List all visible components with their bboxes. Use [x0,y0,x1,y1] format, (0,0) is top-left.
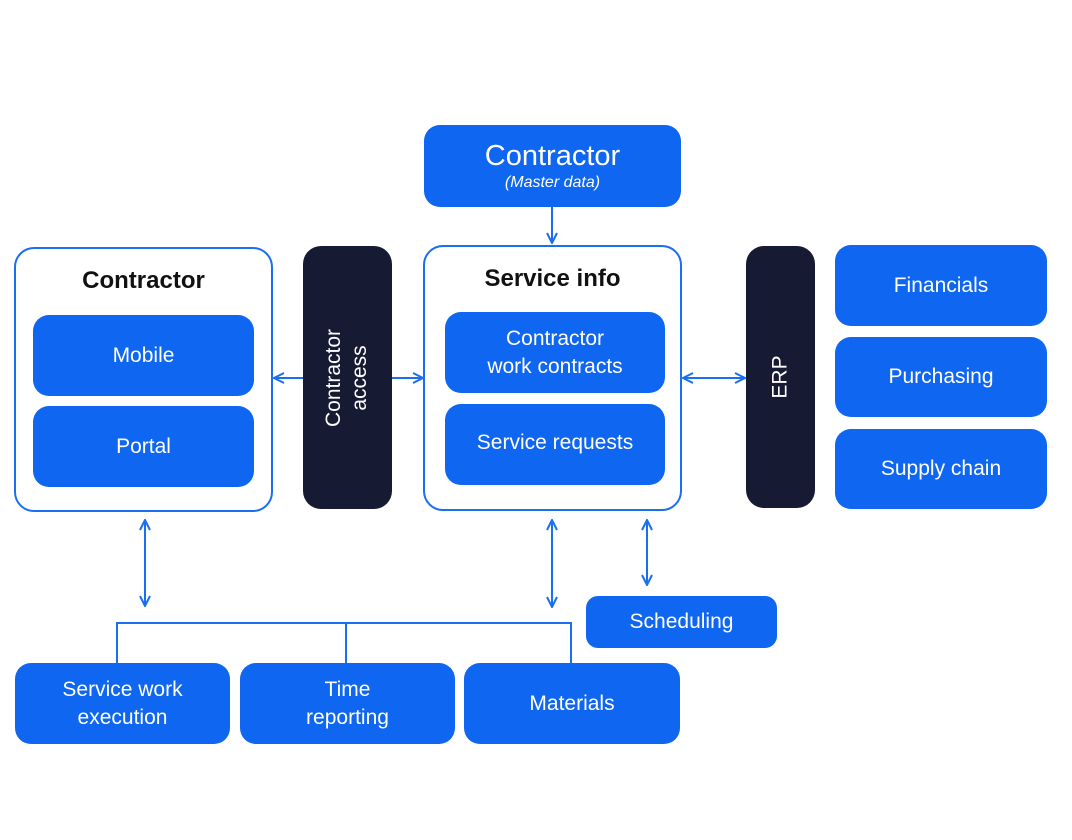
portal-box[interactable]: Portal [33,406,254,487]
contractor-access-box[interactable]: Contractor access [303,246,392,509]
mobile-label: Mobile [112,343,175,367]
master-subtitle: (Master data) [504,174,601,191]
erp-box[interactable]: ERP [746,246,815,508]
supply-chain-box[interactable]: Supply chain [835,429,1047,509]
bottom-bracket [116,622,572,663]
time-reporting-box[interactable]: Time reporting [240,663,455,744]
erp-label: ERP [768,355,792,399]
materials-box[interactable]: Materials [464,663,680,744]
purchasing-label: Purchasing [888,365,994,388]
service-requests-label: Service requests [476,431,634,454]
time-reporting-line2: reporting [306,705,389,729]
mobile-box[interactable]: Mobile [33,315,254,396]
work-contracts-line2: work contracts [487,354,623,378]
work-contracts-line1: Contractor [505,326,605,350]
financials-box[interactable]: Financials [835,245,1047,326]
service-work-execution-box[interactable]: Service work execution [15,663,230,744]
contractor-access-line1: Contractor [322,328,346,427]
scheduling-box[interactable]: Scheduling [586,596,777,648]
contractor-group-title: Contractor [82,267,205,294]
contractor-master-data-box[interactable]: Contractor (Master data) [424,125,681,207]
service-info-title: Service info [484,265,621,292]
service-work-line1: Service work [62,677,183,701]
scheduling-label: Scheduling [629,610,734,633]
materials-label: Materials [529,691,615,715]
financials-label: Financials [893,273,989,297]
master-title: Contractor [484,140,621,172]
contractor-access-line2: access [348,344,372,411]
portal-label: Portal [116,434,171,458]
purchasing-box[interactable]: Purchasing [835,337,1047,417]
contractor-work-contracts-box[interactable]: Contractor work contracts [445,312,665,393]
service-requests-box[interactable]: Service requests [445,404,665,485]
supply-chain-label: Supply chain [880,457,1002,480]
time-reporting-line1: Time [324,677,371,701]
service-work-line2: execution [77,705,168,729]
